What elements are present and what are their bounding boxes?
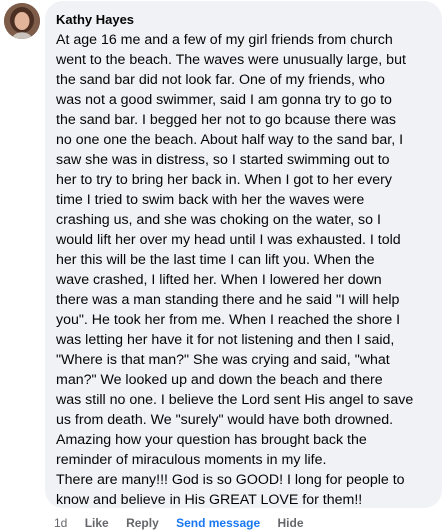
comment-author[interactable]: Kathy Hayes [56, 11, 432, 29]
comment-line: us from death. We "surely" would have bo… [56, 412, 394, 428]
comment-line: There are many!!! God is so GOOD! I long… [56, 472, 405, 488]
comment-line: reminder of miraculous moments in my lif… [56, 452, 327, 468]
comment-line: no one one the beach. About half way to … [56, 132, 404, 148]
comment-line: time I tried to swim back with her the w… [56, 192, 365, 208]
comment-line: "Where is that man?" She was crying and … [56, 352, 390, 368]
comment-line: know and believe in His GREAT LOVE for t… [56, 492, 363, 508]
comment-line: the sand bar did not look far. One of my… [56, 72, 385, 88]
comment-line: the sand bar. I begged her not to go bca… [56, 112, 396, 128]
comment-line: man?" We looked up and down the beach an… [56, 372, 383, 388]
comment-line: was not a good swimmer, said I am gonna … [56, 92, 392, 108]
comment-line: you". He took her from me. When I reache… [56, 312, 401, 328]
comment-text: At age 16 me and a few of my girl friend… [56, 30, 432, 510]
comment-line: wave crashed, I lifted her. When I lower… [56, 272, 382, 288]
comment-actions: 1d Like Reply Send message Hide [54, 515, 318, 531]
reply-button[interactable]: Reply [126, 516, 159, 530]
comment-bubble: Kathy Hayes At age 16 me and a few of my… [45, 1, 442, 508]
comment-line: was still no one. I believe the Lord sen… [56, 392, 414, 408]
like-button[interactable]: Like [85, 516, 109, 530]
comment-line: saw she was in distress, so I started sw… [56, 152, 390, 168]
comment-line: went to the beach. The waves were unusua… [56, 52, 406, 68]
comment-line: crashing us, and she was choking on the … [56, 212, 381, 228]
hide-button[interactable]: Hide [277, 516, 303, 530]
comment-line: would lift her over my head until I was … [56, 232, 401, 248]
comment-line: her this will be the last time I can lif… [56, 252, 375, 268]
comment-line: At age 16 me and a few of my girl friend… [56, 32, 393, 48]
send-message-button[interactable]: Send message [176, 516, 260, 530]
profile-photo-icon [4, 3, 40, 39]
comment-line: Amazing how your question has brought ba… [56, 432, 367, 448]
timestamp[interactable]: 1d [54, 516, 67, 530]
avatar[interactable] [4, 3, 40, 39]
comment-line: there was a man standing there and he sa… [56, 292, 400, 308]
comment-line: her to try to bring her back in. When I … [56, 172, 392, 188]
comment-line: was letting her have it for not listenin… [56, 332, 395, 348]
